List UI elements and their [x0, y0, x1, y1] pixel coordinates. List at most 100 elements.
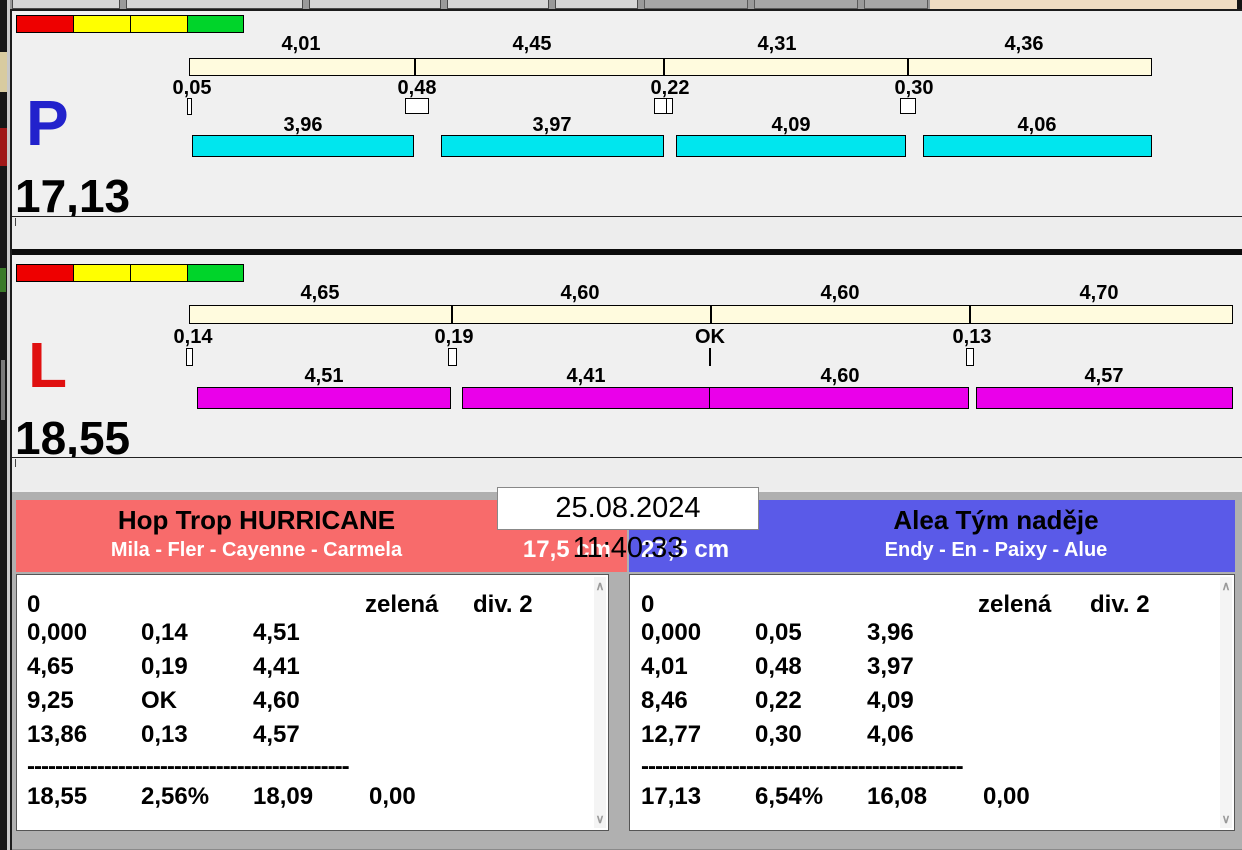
- result-cell: 0: [27, 591, 41, 618]
- result-cell: zelená: [978, 591, 1052, 618]
- lane-p-split-label: 4,31: [757, 33, 797, 55]
- result-separator: ----------------------------------------…: [641, 755, 964, 779]
- result-cell: 4,57: [253, 721, 300, 748]
- lane-l-total: 18,55: [15, 412, 131, 464]
- lane-l-run-label: 4,51: [304, 365, 344, 387]
- light-yellow-icon: [130, 15, 188, 33]
- background-window-button[interactable]: [555, 0, 638, 9]
- lane-divider-bar: [12, 249, 1242, 255]
- lane-p-crossing-label: 0,22: [650, 77, 690, 99]
- background-window-button[interactable]: [754, 0, 858, 9]
- lane-l-crossing-label: OK: [695, 326, 725, 348]
- lane-l-run-bar: [197, 387, 451, 409]
- right-team-name: Alea Tým naděje: [893, 505, 1099, 535]
- result-total-cell: 18,09: [253, 783, 314, 810]
- lane-p-crossing-marker: [654, 98, 673, 114]
- background-window-button[interactable]: [126, 0, 303, 9]
- scroll-up-icon[interactable]: ∧: [594, 579, 606, 593]
- lane-p-split-label: 4,36: [1004, 33, 1044, 55]
- results-area: Hop Trop HURRICANE Mila - Fler - Cayenne…: [12, 487, 1242, 850]
- lane-l-run-label: 4,41: [566, 365, 606, 387]
- lane-p-run-bar: [676, 135, 906, 157]
- lane-l-crossing-marker: [966, 348, 974, 366]
- lane-l-crossing-label: 0,14: [173, 326, 213, 348]
- lane-l-run-label: 4,60: [820, 365, 860, 387]
- lane-p-start-lights: [16, 15, 244, 33]
- left-team-dogs: Mila - Fler - Cayenne - Carmela: [110, 539, 403, 561]
- lane-l-split-label: 4,70: [1079, 282, 1119, 304]
- result-total-cell: 18,55: [27, 783, 88, 810]
- background-window-button[interactable]: [447, 0, 549, 9]
- marker-divider: [666, 99, 667, 113]
- result-cell: 0,000: [27, 619, 88, 646]
- lane-p-run-label: 3,97: [532, 114, 572, 136]
- lane-l-crossing-label: 0,19: [434, 326, 474, 348]
- lane-l-split-label: 4,60: [820, 282, 860, 304]
- background-window-button[interactable]: [12, 0, 120, 9]
- lane-l-start-lights: [16, 264, 244, 282]
- lane-p-split-bar: [189, 58, 1152, 76]
- result-cell: 12,77: [641, 721, 702, 748]
- scroll-down-icon[interactable]: ∨: [594, 812, 606, 826]
- scroll-up-icon[interactable]: ∧: [1220, 579, 1232, 593]
- right-team-dogs: Endy - En - Paixy - Alue: [884, 539, 1108, 561]
- result-total-cell: 2,56%: [141, 783, 210, 810]
- result-cell: div. 2: [473, 591, 533, 618]
- right-panel-scrollbar[interactable]: ∧ ∨: [1220, 577, 1232, 828]
- result-cell: 0,30: [755, 721, 802, 748]
- result-cell: 0,05: [755, 619, 802, 646]
- lane-l-letter: L: [28, 329, 68, 401]
- lane-p-crossing-label: 0,30: [894, 77, 934, 99]
- lane-p-run-bar: [441, 135, 664, 157]
- lane-l-crossing-marker: [448, 348, 457, 366]
- result-cell: 0,14: [141, 619, 188, 646]
- lane-p-crossing-marker: [900, 98, 916, 114]
- result-total-cell: 0,00: [369, 783, 416, 810]
- lane-l-run-bar: [976, 387, 1233, 409]
- lane-l-split-label: 4,60: [560, 282, 600, 304]
- background-window-button[interactable]: [644, 0, 748, 9]
- lane-p-crossing-label: 0,48: [397, 77, 437, 99]
- lane-p-split-label: 4,01: [281, 33, 321, 55]
- left-strip-fragment-tan: [0, 52, 7, 92]
- background-window-button[interactable]: [309, 0, 441, 9]
- timing-window: 4,01 4,45 4,31 4,36 0,05 0,48 0,22 0,30: [10, 9, 1242, 850]
- result-cell: 4,01: [641, 653, 688, 680]
- left-panel-scrollbar[interactable]: ∧ ∨: [594, 577, 606, 828]
- result-total-cell: 16,08: [867, 783, 928, 810]
- background-window-button[interactable]: [864, 0, 928, 9]
- status-tick: [15, 459, 16, 467]
- result-cell: 3,97: [867, 653, 914, 680]
- result-total-cell: 0,00: [983, 783, 1030, 810]
- result-cell: 0,19: [141, 653, 188, 680]
- light-yellow-icon: [73, 264, 131, 282]
- lane-l-crossing-label: 0,13: [952, 326, 992, 348]
- result-cell: 0,000: [641, 619, 702, 646]
- split-divider: [663, 59, 665, 75]
- split-divider: [414, 59, 416, 75]
- lane-p-letter: P: [26, 87, 69, 159]
- result-cell: 13,86: [27, 721, 88, 748]
- result-cell: 0,22: [755, 687, 802, 714]
- left-results-panel: 0 zelená div. 2 0,000 0,14 4,51 4,65 0,1…: [16, 574, 609, 831]
- lane-l-run-bar: [709, 387, 969, 409]
- scroll-down-icon[interactable]: ∨: [1220, 812, 1232, 826]
- result-cell: OK: [141, 687, 177, 714]
- result-cell: zelená: [365, 591, 439, 618]
- result-separator: ----------------------------------------…: [27, 755, 350, 779]
- result-cell: 4,41: [253, 653, 300, 680]
- datetime-box: 25.08.2024 11:40:33: [497, 487, 759, 564]
- left-strip-fragment-red: [0, 128, 7, 166]
- lane-p-run-label: 3,96: [283, 114, 323, 136]
- result-cell: 3,96: [867, 619, 914, 646]
- light-red-icon: [16, 264, 74, 282]
- lane-p-status-row: [12, 216, 1242, 249]
- lane-l-status-row: [12, 457, 1242, 490]
- lane-l-split-bar: [189, 305, 1233, 324]
- result-total-cell: 17,13: [641, 783, 702, 810]
- left-strip-fragment-green: [0, 268, 6, 292]
- lane-p-run-bar: [923, 135, 1152, 157]
- status-tick: [15, 218, 16, 226]
- light-green-icon: [187, 264, 244, 282]
- result-cell: 4,65: [27, 653, 74, 680]
